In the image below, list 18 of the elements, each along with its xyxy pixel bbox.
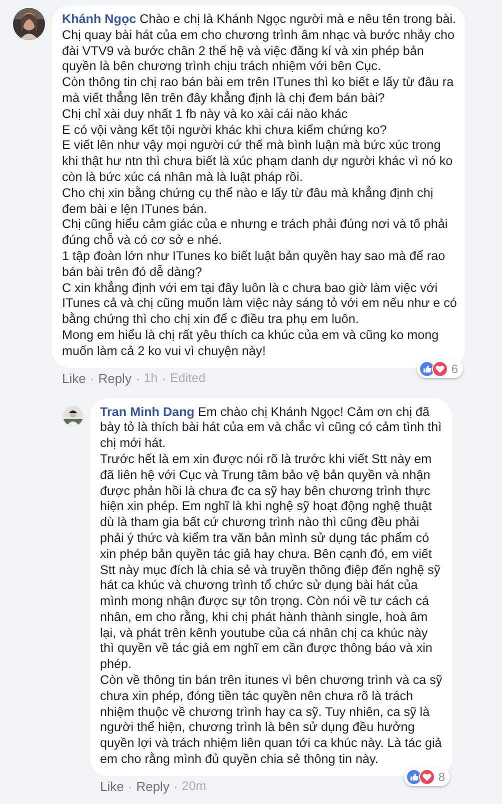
comment-meta: 1h	[144, 370, 158, 386]
action-link[interactable]: Reply	[136, 778, 170, 794]
separator-dot: ·	[135, 370, 140, 386]
reaction-count[interactable]: 8	[404, 768, 450, 786]
comment-meta: Edited	[170, 370, 206, 386]
author-name-link[interactable]: Tran Minh Dang	[100, 404, 194, 419]
comment-meta: 20m	[182, 778, 206, 794]
action-link[interactable]: Like	[100, 778, 124, 794]
reaction-count[interactable]: 6	[417, 360, 463, 378]
separator-dot: ·	[128, 778, 132, 794]
separator-dot: ·	[173, 778, 178, 794]
separator-dot: ·	[90, 370, 94, 386]
action-link[interactable]: Reply	[98, 370, 132, 386]
comment-text: Khánh Ngọc Chào e chị là Khánh Ngọc người mà e nêu tên trong bài. Chị quay bài hát của em cho chương trình âm nhạc và bước nhảy cho đài VTV9 và bước chân 2 thế hệ và việc đăng kí và xin phép bản quyền là bên chương trình chịu trách nhiệm với bên Cục. Còn thông tin chị rao bán bài em trên ITunes thì ko biết e lấy từ đâu ra mà viết thẳng lên trên đây khẳng định là chị đem bán bài? Chị chỉ xài duy nhất 1 fb này và ko xài cái nào khác E có vội vàng kết tội người khác khi chưa kiểm chứng ko? E viết lên như vậy mọi người cứ thế mà bình luận mà bức xúc trong khi thật hư ntn thì chưa biết là xúc phạm danh dự người khác vì nó ko còn là bức xúc cá nhân mà là luật pháp rồi. Cho chị xin bằng chứng cụ thể nào e lấy từ đâu mà khẳng định chị đem bài e lện ITunes bán. Chị cũng hiểu cảm giác của e nhưng e trách phải đúng nơi và tố phải đúng chỗ và có cơ sở e nhé. 1 tập đoàn lớn như ITunes ko biết luật bản quyền hay sao mà để rao bán bài trên đó dễ dàng? C xin khẳng định với em tại đây luôn là c chưa bao giờ làm việc với ITunes cả và chị cũng muốn làm việc này sáng tỏ với em nếu như e có bằng chứng thì cho chị xin để c điều tra phụ em luôn. Mong em hiểu là chị rất yêu thích ca khúc của em và cũng ko mong muốn làm cả 2 ko vui vì chuyện này!	[62, 12, 457, 360]
author-name-link[interactable]: Khánh Ngọc	[62, 12, 136, 26]
comment-text: Tran Minh Dang Em chào chị Khánh Ngọc! Cảm ơn chị đã bày tỏ là thích bài hát của em và chắc vì cũng có cảm tình thì chị mới hát. Trước hết là em xin được nói rõ là trước khi viết Stt này em đã liên hệ với Cục và Trung tâm bảo vệ bản quyền và nhận được phản hồi là chưa đc ca sỹ hay bên chương trình thực hiện xin phép. Em nghĩ là khi nghệ sỹ hoạt động nghệ thuật dù là tham gia bất cứ chương trình nào thì cũng đều phải phải ý thức và kiểm tra văn bản mình sử dụng tác phẩm có xin phép bản quyền tác giả hay chưa. Bên cạnh đó, em viết Stt này mục đích là chia sẻ và truyền thông điệp đến nghệ sỹ hát ca khúc và chương trình tổ chức sử dụng bài hát của mình mong nhận được sự tôn trọng. Còn nói về tư cách cá nhân, em cho rằng, khi chị phát hành thành single, hoà âm lại, và phát trên kênh youtube của cá nhân chị ca khúc này thì quyền về tác giả em nghĩ em cần được thông báo và xin phép. Còn về thông tin bán trên itunes vì bên chương trình và ca sỹ chưa xin phép, đóng tiền tác quyền nên chưa rõ là trách nhiệm thuộc về chương trình hay ca sỹ. Tuy nhiên, ca sỹ là người thể hiện, chương trình là bên sử dụng đều hưởng quyền lợi và trách nhiệm liên quan tới ca khúc này. Là tác giả em cho rằng mình đủ quyền chia sẻ thông tin này.	[100, 404, 444, 768]
action-link[interactable]: Like	[62, 370, 86, 386]
separator-dot: ·	[162, 370, 166, 386]
